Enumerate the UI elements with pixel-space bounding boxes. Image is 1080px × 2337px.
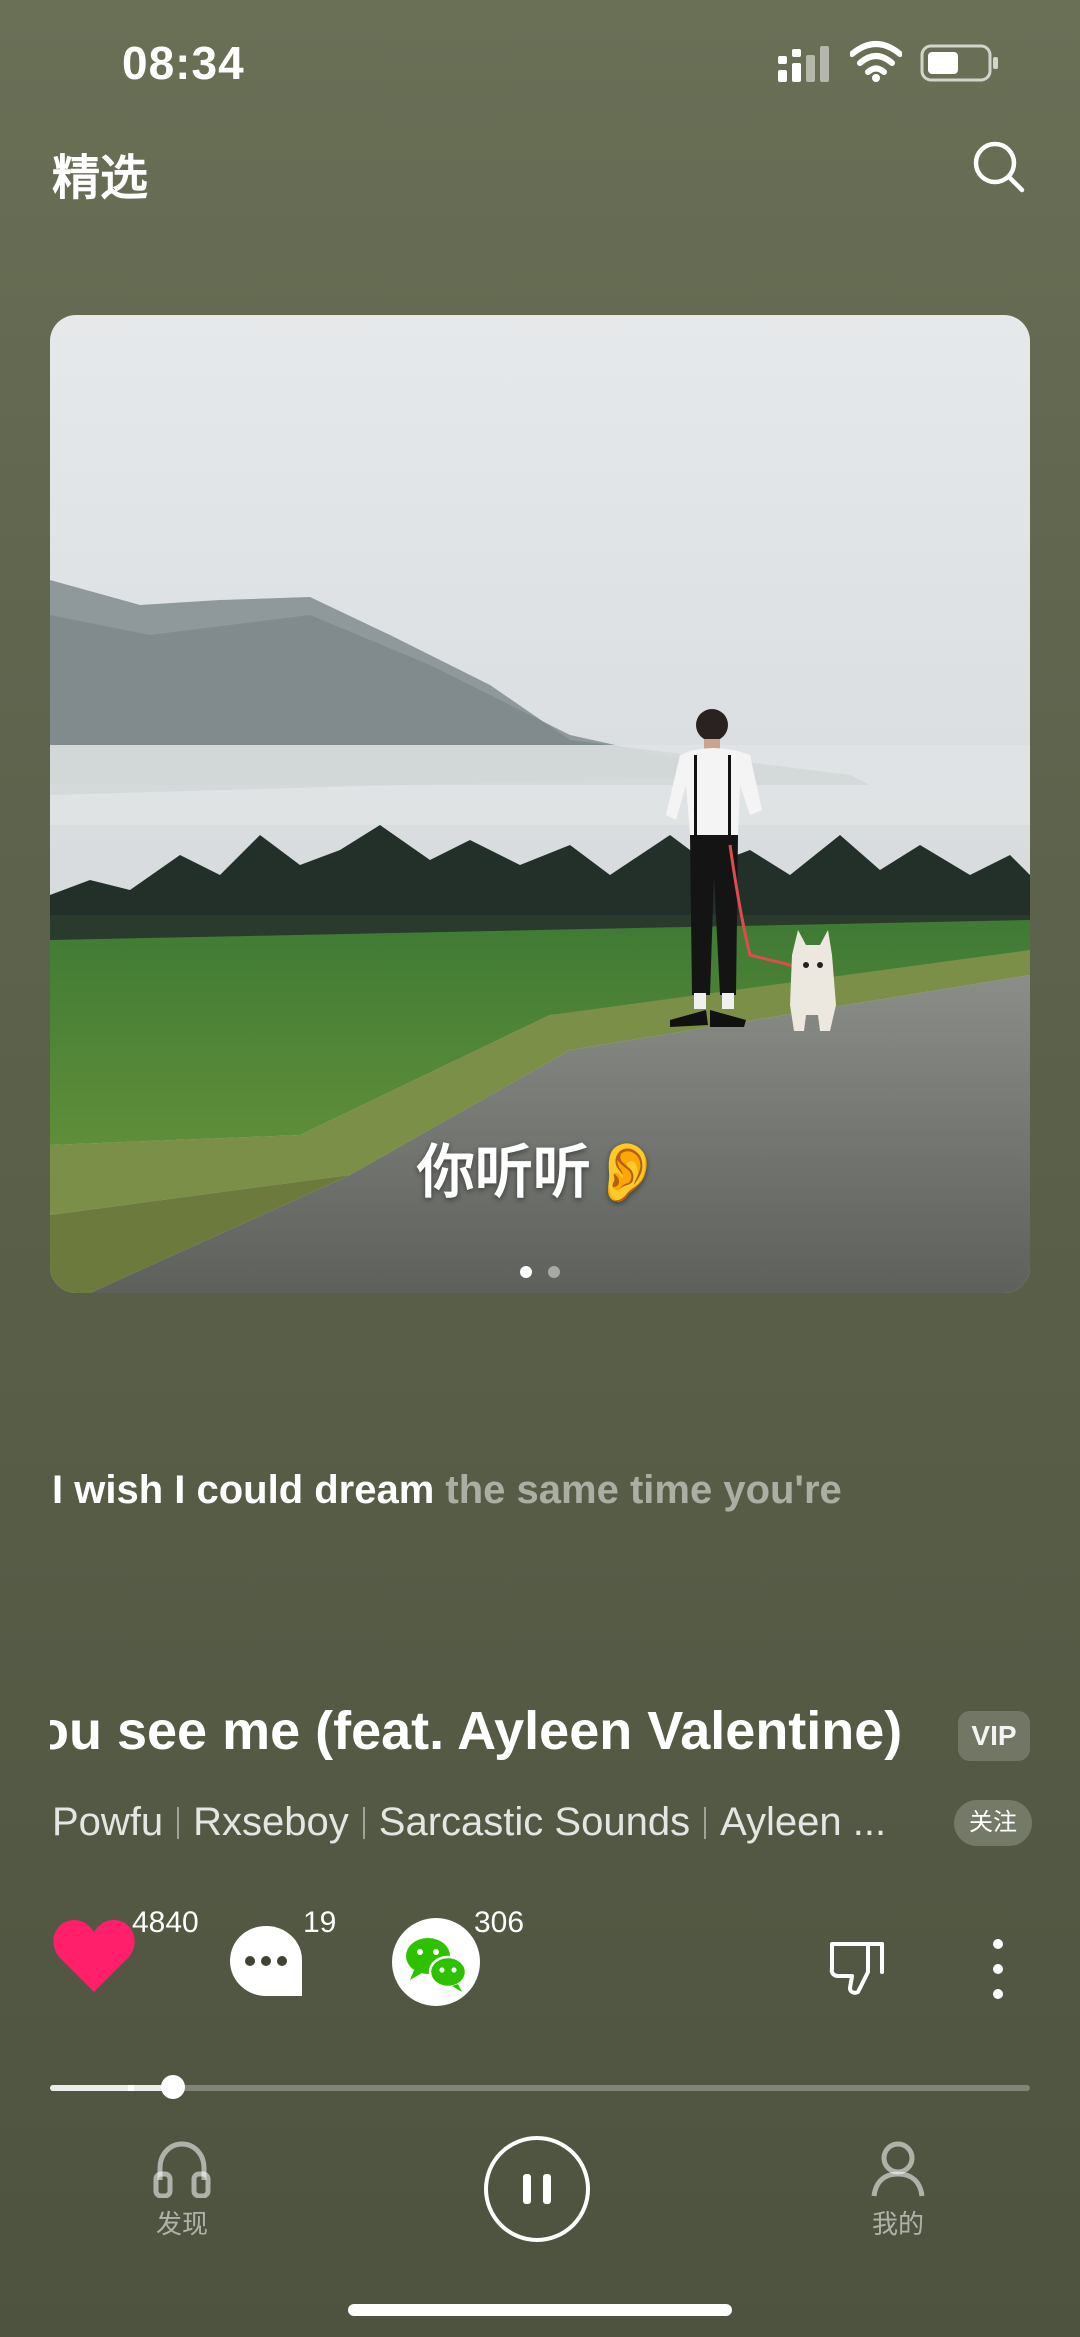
headphones-icon: [153, 2141, 211, 2198]
like-count: 4840: [132, 1906, 199, 1939]
wifi-icon: [850, 41, 902, 82]
artist-name[interactable]: Ayleen ...: [720, 1800, 886, 1844]
wechat-icon: [406, 1938, 468, 1992]
nav-tab-mine[interactable]: 我的: [856, 2140, 940, 2241]
song-title: ou see me (feat. Ayleen Valentine): [50, 1701, 903, 1761]
pause-icon: [523, 2174, 551, 2204]
artist-name[interactable]: Rxseboy: [193, 1800, 349, 1844]
lyric-line[interactable]: I wish I could dream the same time you'r…: [52, 1468, 842, 1513]
thumbs-down-icon[interactable]: [828, 1938, 886, 1996]
home-indicator[interactable]: [348, 2304, 732, 2316]
artist-name[interactable]: Sarcastic Sounds: [379, 1800, 690, 1844]
artist-list[interactable]: Powfu Rxseboy Sarcastic Sounds Ayleen ...: [52, 1800, 886, 1845]
nav-tab-discover[interactable]: 发现: [140, 2140, 224, 2241]
nav-label-mine: 我的: [871, 2209, 924, 2239]
lyric-sung-text: I wish I could dream: [52, 1468, 435, 1512]
status-time: 08:34: [122, 37, 245, 89]
wechat-share-button[interactable]: [392, 1918, 480, 2006]
nav-label-discover: 发现: [155, 2209, 208, 2239]
share-count: 306: [474, 1906, 525, 1939]
follow-button[interactable]: 关注: [954, 1800, 1032, 1846]
pause-button[interactable]: [484, 2136, 590, 2242]
artist-separator: [362, 1807, 365, 1839]
artist-name[interactable]: Powfu: [52, 1800, 163, 1844]
album-artwork-card[interactable]: 你听听👂: [50, 315, 1030, 1293]
battery-icon: [920, 44, 998, 82]
cellular-signal-icon: [778, 46, 829, 82]
progress-thumb[interactable]: [160, 2075, 185, 2099]
playback-progress-bar[interactable]: [50, 2085, 1030, 2091]
search-icon[interactable]: [972, 140, 1026, 194]
song-title-marquee: ou see me (feat. Ayleen Valentine): [50, 1700, 910, 1780]
progress-played: [50, 2085, 173, 2091]
comment-count: 19: [303, 1906, 337, 1939]
artist-separator: [704, 1807, 707, 1839]
page-title: 精选: [52, 152, 149, 205]
more-vertical-icon[interactable]: [986, 1938, 1010, 2000]
vip-badge: VIP: [958, 1711, 1030, 1761]
heart-icon[interactable]: [52, 1918, 136, 1996]
artist-separator: [177, 1807, 180, 1839]
carousel-dot[interactable]: [548, 1266, 560, 1278]
album-caption: 你听听👂: [416, 1140, 664, 1205]
carousel-dot-active[interactable]: [520, 1266, 532, 1278]
progress-buffer-marker: [128, 2085, 135, 2091]
carousel-dots[interactable]: [50, 1265, 1030, 1283]
lyric-upcoming-text: the same time you're: [434, 1468, 842, 1512]
comment-icon[interactable]: [228, 1924, 304, 1998]
user-icon: [871, 2141, 925, 2197]
